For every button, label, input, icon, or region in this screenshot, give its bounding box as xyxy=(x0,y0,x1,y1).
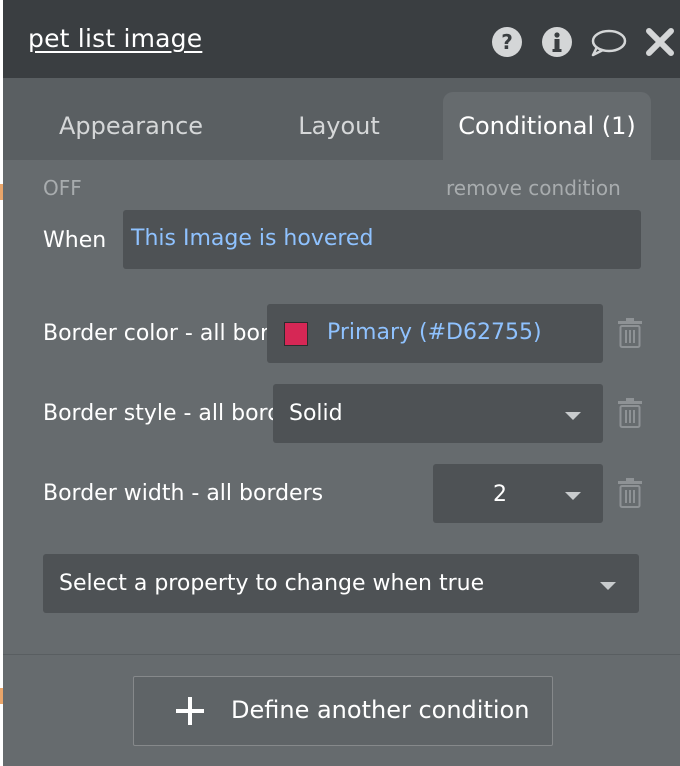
trash-icon[interactable] xyxy=(617,478,643,508)
color-swatch xyxy=(284,322,308,346)
when-label: When xyxy=(43,228,107,253)
svg-text:?: ? xyxy=(501,30,513,54)
tab-conditional[interactable]: Conditional (1) xyxy=(443,92,651,160)
border-width-value: 2 xyxy=(493,482,507,507)
border-style-value: Solid xyxy=(289,401,343,426)
property-label-border-style: Border style - all borders xyxy=(43,401,273,426)
section-divider xyxy=(3,654,680,655)
condition-state-label[interactable]: OFF xyxy=(43,176,82,200)
help-icon[interactable]: ? xyxy=(491,26,523,58)
tab-bar: Appearance Layout Conditional (1) xyxy=(3,78,680,160)
comment-icon[interactable] xyxy=(589,26,627,58)
border-style-dropdown[interactable]: Solid xyxy=(273,384,603,443)
chevron-down-icon xyxy=(600,582,616,590)
property-label-border-color: Border color - all borders xyxy=(43,321,267,346)
tab-appearance[interactable]: Appearance xyxy=(31,92,231,160)
chevron-down-icon xyxy=(565,492,581,500)
select-property-dropdown[interactable]: Select a property to change when true xyxy=(43,554,639,613)
remove-condition-link[interactable]: remove condition xyxy=(446,176,621,200)
trash-icon[interactable] xyxy=(617,318,643,348)
plus-icon xyxy=(176,697,204,725)
border-width-dropdown[interactable]: 2 xyxy=(433,464,603,523)
info-icon[interactable] xyxy=(541,26,573,58)
trash-icon[interactable] xyxy=(617,398,643,428)
tab-layout[interactable]: Layout xyxy=(259,92,419,160)
panel-title[interactable]: pet list image xyxy=(28,24,202,53)
panel-header: pet list image ? xyxy=(3,0,680,78)
select-property-placeholder: Select a property to change when true xyxy=(59,571,485,596)
chevron-down-icon xyxy=(565,412,581,420)
define-another-condition-label: Define another condition xyxy=(231,696,530,724)
border-color-value[interactable]: Primary (#D62755) xyxy=(327,320,542,345)
property-label-border-width: Border width - all borders xyxy=(43,481,324,506)
property-editor-panel: pet list image ? Appearance Layout Condi… xyxy=(3,0,680,766)
border-color-field[interactable]: Primary (#D62755) xyxy=(267,304,603,363)
close-icon[interactable] xyxy=(644,26,676,58)
when-expression-text[interactable]: This Image is hovered xyxy=(131,226,373,251)
define-another-condition-button[interactable]: Define another condition xyxy=(133,676,553,746)
when-expression-field[interactable]: This Image is hovered xyxy=(123,210,641,269)
